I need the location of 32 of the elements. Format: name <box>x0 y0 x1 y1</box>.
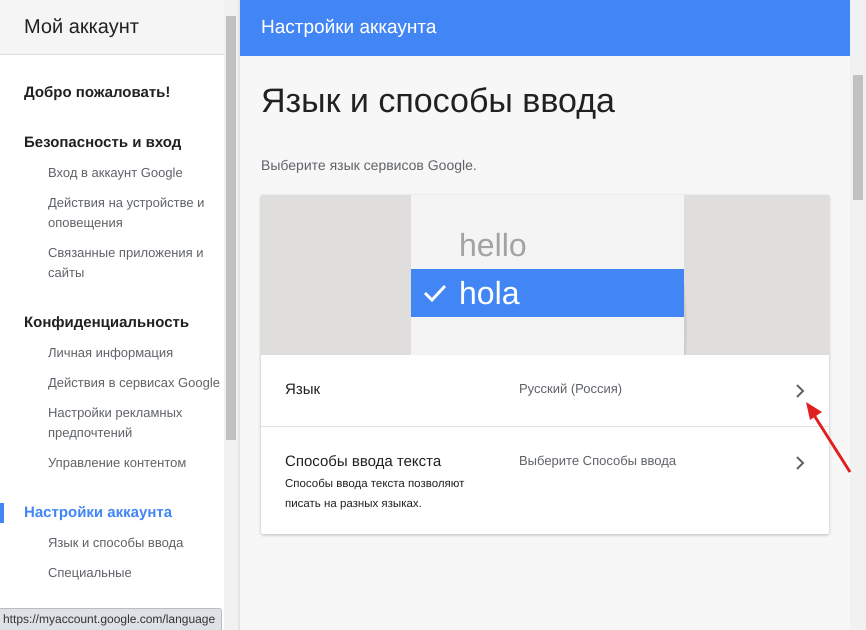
setting-value: Выберите Способы ввода <box>519 453 676 468</box>
page-subtitle: Выберите язык сервисов Google. <box>261 157 478 173</box>
sidebar-item[interactable]: Язык и способы ввода <box>48 533 220 553</box>
sidebar-item[interactable]: Действия в сервисах Google <box>48 373 220 393</box>
sidebar-title: Мой аккаунт <box>24 16 139 38</box>
setting-label: Способы ввода текста <box>285 453 442 470</box>
sidebar-item[interactable]: Настройки рекламных предпочтений <box>48 403 220 443</box>
status-url: https://myaccount.google.com/language <box>0 608 222 630</box>
settings-row[interactable]: Язык Русский (Россия) <box>261 355 829 426</box>
scrollbar[interactable] <box>224 0 238 630</box>
check-icon <box>423 283 447 303</box>
sidebar-section[interactable]: Добро пожаловать! <box>24 83 170 103</box>
greeting-word: hello <box>459 226 527 264</box>
chevron-icon[interactable] <box>795 456 805 470</box>
sidebar-item[interactable]: Управление контентом <box>48 453 220 473</box>
page-title: Язык и способы ввода <box>261 82 616 121</box>
greeting-word: hola <box>459 274 520 312</box>
sidebar-section[interactable]: Настройки аккаунта <box>24 503 172 523</box>
sidebar-item[interactable]: Вход в аккаунт Google <box>48 163 220 183</box>
setting-description: Способы ввода текста позволяют писать на разных языках. <box>285 477 466 512</box>
chevron-icon[interactable] <box>795 384 805 398</box>
sidebar-item[interactable]: Личная информация <box>48 343 220 363</box>
settings-row[interactable]: Способы ввода текста Способы ввода текста позволяют писать на разных языках. Выберите Способы ввода <box>261 426 829 534</box>
sidebar-item[interactable]: Связанные приложения и сайты <box>48 243 220 283</box>
setting-value: Русский (Россия) <box>519 381 622 396</box>
sidebar-section[interactable]: Конфиденциальность <box>24 313 190 333</box>
sidebar-item[interactable]: Действия на устройстве и оповещения <box>48 193 220 233</box>
setting-label: Язык <box>285 381 322 398</box>
sidebar-item[interactable]: Специальные <box>48 563 220 583</box>
header-title: Настройки аккаунта <box>261 17 436 39</box>
scrollbar[interactable] <box>850 0 866 630</box>
sidebar-section[interactable]: Безопасность и вход <box>24 133 182 153</box>
